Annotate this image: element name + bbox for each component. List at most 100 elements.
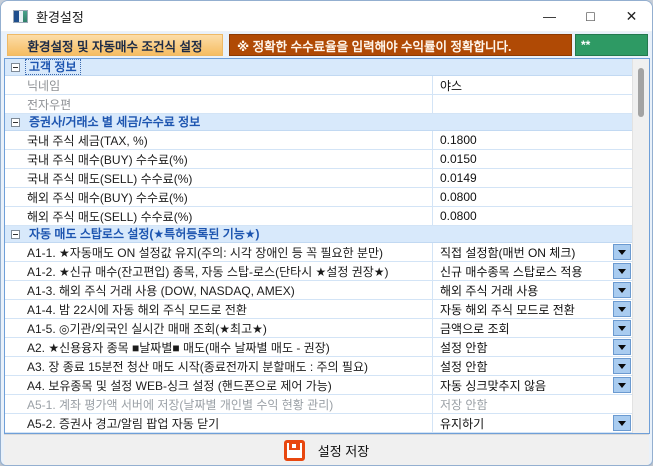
row-label: A1-3. 해외 주식 거래 사용 (DOW, NASDAQ, AMEX) bbox=[5, 281, 432, 299]
row-label: A1-4. 밤 22시에 자동 해외 주식 모드로 전환 bbox=[5, 300, 432, 318]
dropdown-button[interactable] bbox=[613, 339, 631, 355]
dropdown-button[interactable] bbox=[613, 320, 631, 336]
row-value[interactable]: 해외 주식 거래 사용 bbox=[432, 281, 632, 299]
dropdown-button[interactable] bbox=[613, 282, 631, 298]
minimize-button[interactable]: — bbox=[529, 1, 570, 31]
close-button[interactable]: ✕ bbox=[611, 1, 652, 31]
row-value-text: 해외 주식 거래 사용 bbox=[440, 282, 538, 299]
chevron-down-icon bbox=[618, 345, 626, 354]
row-value[interactable]: 0.1800 bbox=[432, 131, 632, 149]
property-grid: 고객 정보닉네임야스전자우편증권사/거래소 별 세금/수수료 정보국내 주식 세… bbox=[5, 59, 632, 433]
row-label: A5-1. 계좌 평가액 서버에 저장(날짜별 개인별 수익 현황 관리) bbox=[5, 395, 432, 413]
grid-row[interactable]: A2. ★신용융자 종목 ■날짜별■ 매도(매수 날짜별 매도 - 권장) 설정 … bbox=[5, 338, 632, 357]
chevron-down-icon bbox=[618, 326, 626, 335]
section-title: 고객 정보 bbox=[26, 60, 80, 74]
dropdown-button[interactable] bbox=[613, 358, 631, 374]
chevron-down-icon bbox=[618, 383, 626, 392]
grid-row[interactable]: 국내 주식 매도(SELL) 수수료(%)0.0149 bbox=[5, 169, 632, 188]
grid-row[interactable]: A1-5. ◎기관/외국인 실시간 매매 조회(★최고★)금액으로 조회 bbox=[5, 319, 632, 338]
section-title: 증권사/거래소 별 세금/수수료 정보 bbox=[26, 115, 203, 129]
row-label: A1-1. ★자동매도 ON 설정값 유지(주의: 시각 장애인 등 꼭 필요한… bbox=[5, 243, 432, 261]
footer-bar: 설정 저장 bbox=[4, 434, 649, 465]
dropdown-button[interactable] bbox=[613, 301, 631, 317]
section-header[interactable]: 자동 매도 스탑로스 설정(★특허등록된 기능★) bbox=[5, 226, 632, 243]
row-value: 저장 안함 bbox=[432, 395, 632, 413]
row-value[interactable]: 설정 안함 bbox=[432, 357, 632, 375]
grid-row[interactable]: 전자우편 bbox=[5, 95, 632, 114]
grid-row[interactable]: A5-2. 증권사 경고/알림 팝업 자동 닫기 유지하기 bbox=[5, 414, 632, 433]
row-label: A2. ★신용융자 종목 ■날짜별■ 매도(매수 날짜별 매도 - 권장) bbox=[5, 338, 432, 356]
row-value[interactable]: 0.0149 bbox=[432, 169, 632, 187]
row-value[interactable]: 설정 안함 bbox=[432, 338, 632, 356]
row-value-text: 0.1800 bbox=[440, 133, 477, 147]
window-controls: — □ ✕ bbox=[529, 1, 652, 31]
dropdown-button[interactable] bbox=[613, 263, 631, 279]
row-value[interactable]: 직접 설정함(매번 ON 체크) bbox=[432, 243, 632, 261]
row-value-text: 0.0800 bbox=[440, 209, 477, 223]
row-value-text: 직접 설정함(매번 ON 체크) bbox=[440, 244, 575, 261]
row-value-text: 야스 bbox=[440, 77, 462, 94]
row-value[interactable]: 0.0800 bbox=[432, 188, 632, 206]
row-value-text: 0.0149 bbox=[440, 171, 477, 185]
grid-row[interactable]: 해외 주식 매수(BUY) 수수료(%)0.0800 bbox=[5, 188, 632, 207]
grid-row[interactable]: 국내 주식 매수(BUY) 수수료(%)0.0150 bbox=[5, 150, 632, 169]
grid-row[interactable]: 닉네임야스 bbox=[5, 76, 632, 95]
chevron-down-icon bbox=[618, 364, 626, 373]
row-label: A1-2. ★신규 매수(잔고편입) 종목, 자동 스탑-로스(단타시 ★설정 … bbox=[5, 262, 432, 280]
status-badge: ** bbox=[575, 34, 648, 56]
row-value-text: 설정 안함 bbox=[440, 339, 488, 356]
row-label: A4. 보유종목 및 설정 WEB-싱크 설정 (핸드폰으로 제어 가능) bbox=[5, 376, 432, 394]
grid-row[interactable]: 해외 주식 매도(SELL) 수수료(%) 0.0800 bbox=[5, 207, 632, 226]
row-value[interactable]: 신규 매수종목 스탑로스 적용 bbox=[432, 262, 632, 280]
row-value-text: 0.0150 bbox=[440, 152, 477, 166]
fee-notice-banner: ※ 정확한 수수료율을 입력해야 수익률이 정확합니다. bbox=[229, 34, 572, 56]
grid-row[interactable]: A1-4. 밤 22시에 자동 해외 주식 모드로 전환 자동 해외 주식 모드로… bbox=[5, 300, 632, 319]
chevron-down-icon bbox=[618, 269, 626, 278]
row-value-text: 0.0800 bbox=[440, 190, 477, 204]
grid-row[interactable]: A1-1. ★자동매도 ON 설정값 유지(주의: 시각 장애인 등 꼭 필요한… bbox=[5, 243, 632, 262]
chevron-down-icon bbox=[618, 307, 626, 316]
row-label: A3. 장 종료 15분전 청산 매도 시작(종료전까지 분할매도 : 주의 필… bbox=[5, 357, 432, 375]
row-value-text: 유지하기 bbox=[440, 415, 484, 432]
row-value[interactable]: 0.0150 bbox=[432, 150, 632, 168]
row-value[interactable]: 유지하기 bbox=[432, 414, 632, 432]
grid-row[interactable]: A5-1. 계좌 평가액 서버에 저장(날짜별 개인별 수익 현황 관리) 저장 … bbox=[5, 395, 632, 414]
row-value-text: 저장 안함 bbox=[440, 396, 488, 413]
row-value[interactable]: 자동 싱크맞추지 않음 bbox=[432, 376, 632, 394]
collapse-icon[interactable] bbox=[11, 230, 20, 239]
row-label: 국내 주식 세금(TAX, %) bbox=[5, 131, 432, 149]
grid-row[interactable]: 국내 주식 세금(TAX, %) 0.1800 bbox=[5, 131, 632, 150]
collapse-icon[interactable] bbox=[11, 63, 20, 72]
scrollbar-thumb[interactable] bbox=[638, 68, 644, 117]
row-value[interactable]: 야스 bbox=[432, 76, 632, 94]
row-label: A1-5. ◎기관/외국인 실시간 매매 조회(★최고★) bbox=[5, 319, 432, 337]
grid-row[interactable]: A1-3. 해외 주식 거래 사용 (DOW, NASDAQ, AMEX) 해외 … bbox=[5, 281, 632, 300]
grid-row[interactable]: A4. 보유종목 및 설정 WEB-싱크 설정 (핸드폰으로 제어 가능) 자동 … bbox=[5, 376, 632, 395]
row-value-text: 설정 안함 bbox=[440, 358, 488, 375]
grid-row[interactable]: A3. 장 종료 15분전 청산 매도 시작(종료전까지 분할매도 : 주의 필… bbox=[5, 357, 632, 376]
dropdown-button[interactable] bbox=[613, 415, 631, 431]
save-button-label: 설정 저장 bbox=[318, 441, 369, 460]
save-settings-button[interactable]: 설정 저장 bbox=[284, 440, 369, 461]
row-value[interactable]: 금액으로 조회 bbox=[432, 319, 632, 337]
vertical-scrollbar[interactable] bbox=[632, 59, 649, 433]
maximize-button[interactable]: □ bbox=[570, 1, 611, 31]
dropdown-button[interactable] bbox=[613, 377, 631, 393]
chevron-down-icon bbox=[618, 288, 626, 297]
chevron-down-icon bbox=[618, 250, 626, 259]
section-title: 자동 매도 스탑로스 설정(★특허등록된 기능★) bbox=[26, 227, 263, 241]
row-value[interactable] bbox=[432, 95, 632, 113]
row-label: A5-2. 증권사 경고/알림 팝업 자동 닫기 bbox=[5, 414, 432, 432]
dropdown-button[interactable] bbox=[613, 244, 631, 260]
row-label: 해외 주식 매도(SELL) 수수료(%) bbox=[5, 207, 432, 225]
collapse-icon[interactable] bbox=[11, 118, 20, 127]
app-icon bbox=[13, 10, 28, 23]
section-header[interactable]: 증권사/거래소 별 세금/수수료 정보 bbox=[5, 114, 632, 131]
grid-row[interactable]: A1-2. ★신규 매수(잔고편입) 종목, 자동 스탑-로스(단타시 ★설정 … bbox=[5, 262, 632, 281]
row-value[interactable]: 0.0800 bbox=[432, 207, 632, 225]
row-value-text: 자동 싱크맞추지 않음 bbox=[440, 377, 546, 394]
row-value[interactable]: 자동 해외 주식 모드로 전환 bbox=[432, 300, 632, 318]
section-header[interactable]: 고객 정보 bbox=[5, 59, 632, 76]
row-value-text: 자동 해외 주식 모드로 전환 bbox=[440, 301, 575, 318]
tab-settings[interactable]: 환경설정 및 자동매수 조건식 설정 bbox=[7, 34, 223, 56]
